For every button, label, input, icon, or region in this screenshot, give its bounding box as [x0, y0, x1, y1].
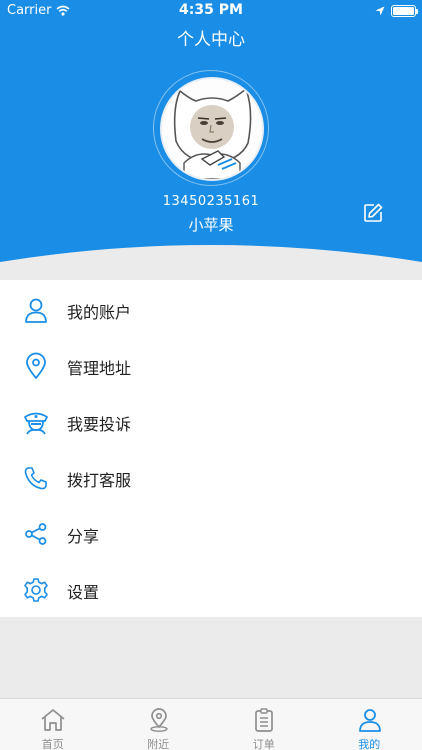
- police-icon: [24, 412, 48, 435]
- menu-item-label: 管理地址: [67, 359, 132, 378]
- map-pin-icon: [149, 708, 168, 732]
- user-icon: [358, 709, 381, 732]
- location-arrow-icon: [375, 6, 385, 16]
- tab-label: 附近: [147, 738, 170, 750]
- edit-profile-button[interactable]: [362, 202, 384, 224]
- tab-bar: 首页 附近 订单 我的: [0, 698, 422, 750]
- battery-icon: [391, 5, 418, 17]
- menu-item-complaint[interactable]: 我要投诉: [0, 394, 422, 450]
- profile-nickname: 小苹果: [188, 216, 234, 234]
- avatar-image: [162, 79, 262, 179]
- user-icon: [25, 298, 47, 323]
- menu-list: 我的账户 管理地址 我要投诉 拨打客服 分享 设置: [0, 280, 422, 617]
- status-time: 4:35 PM: [179, 2, 243, 18]
- status-bar: Carrier 4:35 PM: [0, 0, 422, 22]
- menu-item-label: 我要投诉: [67, 415, 132, 434]
- avatar[interactable]: [160, 77, 264, 181]
- tab-nearby[interactable]: 附近: [106, 699, 212, 750]
- menu-item-label: 拨打客服: [67, 471, 132, 490]
- profile-phone: 13450235161: [162, 194, 260, 209]
- profile-header: Carrier 4:35 PM 个人中心 13450235161 小苹果: [0, 0, 422, 290]
- tab-mine[interactable]: 我的: [317, 699, 422, 750]
- phone-icon: [24, 467, 47, 490]
- tab-home[interactable]: 首页: [0, 699, 106, 750]
- menu-item-label: 我的账户: [67, 303, 132, 322]
- edit-icon: [364, 203, 383, 222]
- tab-orders[interactable]: 订单: [211, 699, 317, 750]
- menu-item-account[interactable]: 我的账户: [0, 282, 422, 338]
- tab-label: 我的: [358, 738, 381, 750]
- clipboard-icon: [255, 708, 273, 732]
- tab-label: 订单: [252, 738, 275, 750]
- status-right: [375, 5, 418, 17]
- home-icon: [41, 709, 65, 731]
- gear-icon: [24, 578, 48, 602]
- menu-item-label: 分享: [67, 527, 100, 546]
- tab-label: 首页: [41, 738, 64, 750]
- menu-item-share[interactable]: 分享: [0, 506, 422, 562]
- menu-item-customer-service[interactable]: 拨打客服: [0, 450, 422, 506]
- menu-item-label: 设置: [67, 583, 100, 602]
- menu-item-settings[interactable]: 设置: [0, 562, 422, 618]
- share-icon: [25, 523, 47, 545]
- page-title: 个人中心: [177, 30, 245, 50]
- location-pin-icon: [26, 352, 46, 379]
- menu-item-address[interactable]: 管理地址: [0, 338, 422, 394]
